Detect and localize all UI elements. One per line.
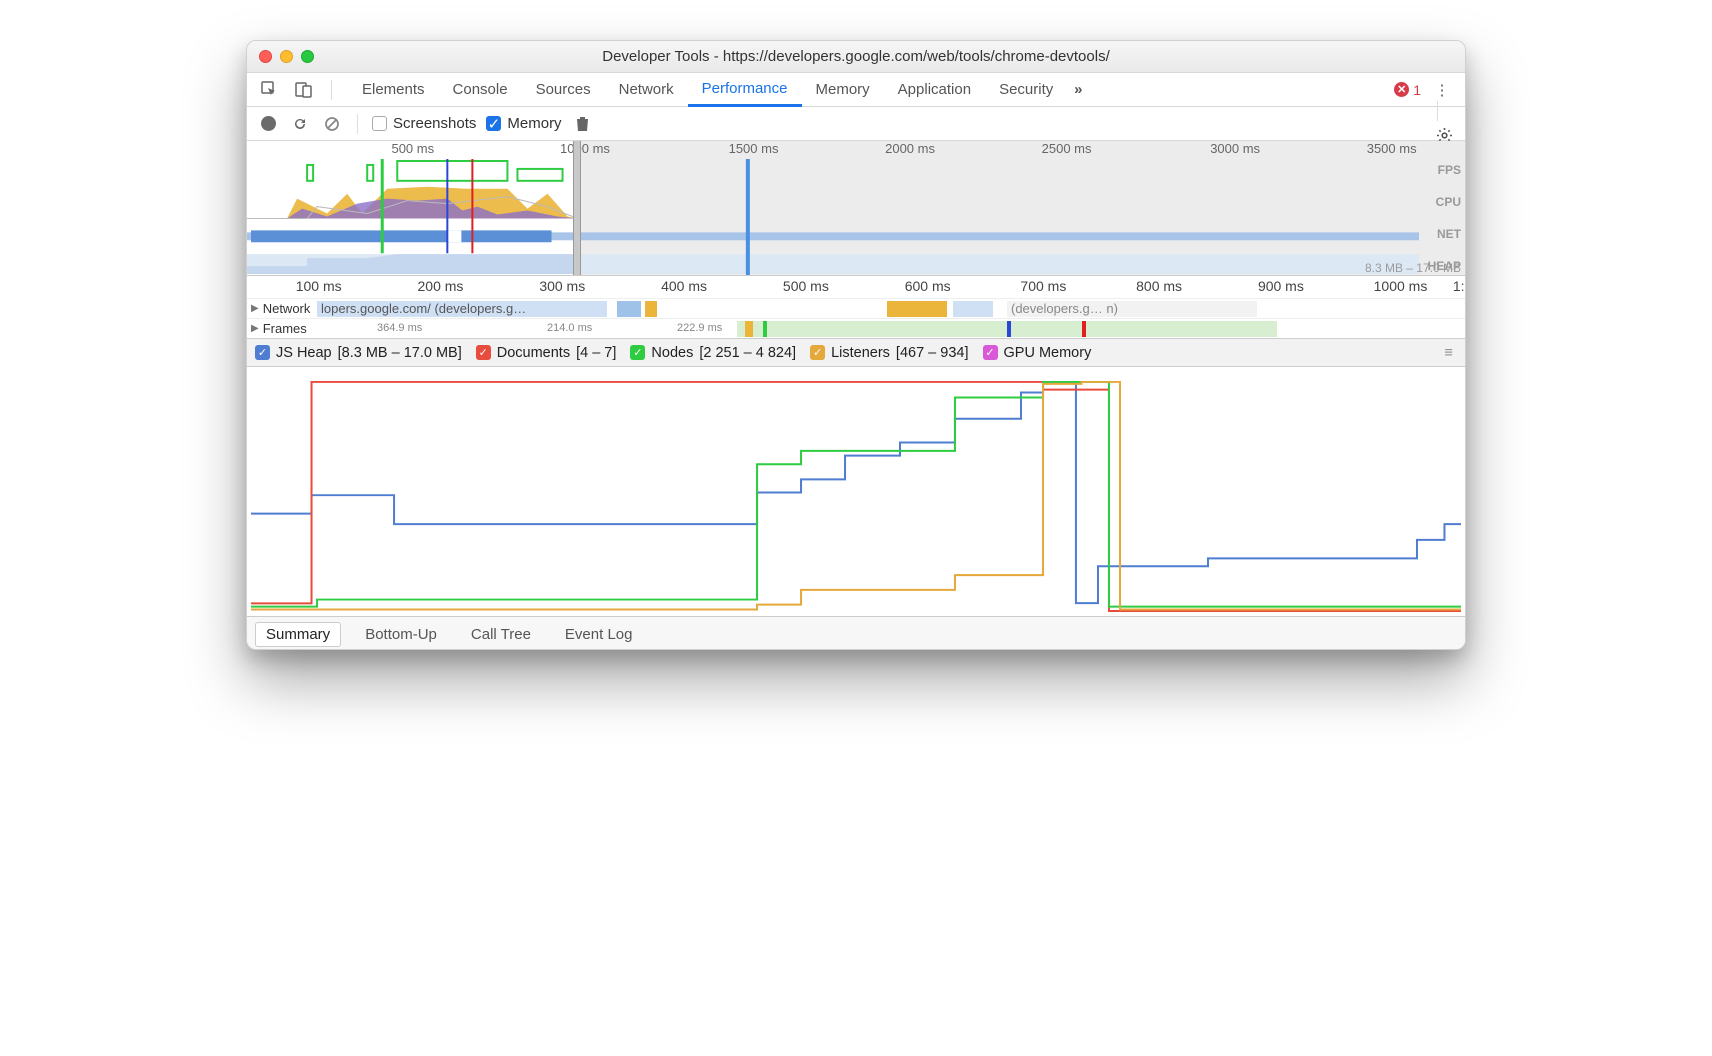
- separator: [331, 80, 332, 100]
- ruler-tick: 400 ms: [661, 278, 707, 294]
- legend-nodes[interactable]: ✓ Nodes [2 251 – 4 824]: [630, 345, 796, 361]
- legend-js-heap[interactable]: ✓ JS Heap [8.3 MB – 17.0 MB]: [255, 345, 462, 361]
- memory-checkbox[interactable]: ✓ Memory: [486, 115, 561, 132]
- more-tabs-icon[interactable]: »: [1067, 79, 1089, 101]
- checkbox-checked-icon: ✓: [630, 345, 645, 360]
- kebab-menu-icon[interactable]: ⋮: [1431, 79, 1453, 101]
- ruler-tick: 700 ms: [1020, 278, 1066, 294]
- window-title: Developer Tools - https://developers.goo…: [247, 48, 1465, 65]
- minimize-icon[interactable]: [280, 50, 293, 63]
- separator: [357, 114, 358, 134]
- legend-listeners[interactable]: ✓ Listeners [467 – 934]: [810, 345, 968, 361]
- tab-sources[interactable]: Sources: [522, 73, 605, 107]
- perf-toolbar: Screenshots ✓ Memory: [247, 107, 1465, 141]
- ruler-tick: 500 ms: [783, 278, 829, 294]
- legend-documents[interactable]: ✓ Documents [4 – 7]: [476, 345, 617, 361]
- memory-chart[interactable]: [247, 367, 1465, 617]
- titlebar: Developer Tools - https://developers.goo…: [247, 41, 1465, 73]
- frame-time: 214.0 ms: [547, 322, 592, 334]
- frame-marker: [1082, 321, 1086, 337]
- tab-bottom-up[interactable]: Bottom-Up: [355, 623, 447, 646]
- lane-cpu: CPU: [1419, 195, 1461, 209]
- ruler-tick: 2000 ms: [885, 141, 935, 156]
- ruler-tick: 1000 ms: [560, 141, 610, 156]
- tab-memory[interactable]: Memory: [802, 73, 884, 107]
- checkbox-checked-icon: ✓: [810, 345, 825, 360]
- bottom-tabs: Summary Bottom-Up Call Tree Event Log: [247, 617, 1465, 649]
- ruler-tick: 300 ms: [539, 278, 585, 294]
- close-icon[interactable]: [259, 50, 272, 63]
- ruler-tick: 3500 ms: [1367, 141, 1417, 156]
- ruler-tick: 2500 ms: [1042, 141, 1092, 156]
- network-row[interactable]: ▶Network lopers.google.com/ (developers.…: [247, 298, 1465, 318]
- checkbox-checked-icon: ✓: [476, 345, 491, 360]
- error-indicator[interactable]: ✕ 1: [1394, 82, 1421, 98]
- frame-time: 364.9 ms: [377, 322, 422, 334]
- tab-event-log[interactable]: Event Log: [555, 623, 643, 646]
- tab-console[interactable]: Console: [439, 73, 522, 107]
- checkbox-icon: [372, 116, 387, 131]
- ruler-tick: 800 ms: [1136, 278, 1182, 294]
- record-button[interactable]: [257, 113, 279, 135]
- reload-button[interactable]: [289, 113, 311, 135]
- separator: [1437, 101, 1438, 121]
- ruler-tick: 1000 ms: [1374, 278, 1428, 294]
- ruler-tick: 3000 ms: [1210, 141, 1260, 156]
- memory-legend: ✓ JS Heap [8.3 MB – 17.0 MB] ✓ Documents…: [247, 339, 1465, 367]
- tab-security[interactable]: Security: [985, 73, 1067, 107]
- frame-marker: [1007, 321, 1011, 337]
- checkbox-checked-icon: ✓: [255, 345, 270, 360]
- overview-panel[interactable]: 500 ms 1000 ms 1500 ms 2000 ms 2500 ms 3…: [247, 141, 1465, 276]
- network-bar: (developers.g… n): [1007, 301, 1257, 317]
- lane-fps: FPS: [1419, 163, 1461, 177]
- network-bar: [617, 301, 641, 317]
- ruler-tick: 600 ms: [905, 278, 951, 294]
- overview-graphs: [247, 159, 1419, 275]
- disclosure-icon: ▶: [251, 323, 259, 334]
- network-bar: [953, 301, 993, 317]
- traffic-lights: [247, 50, 314, 63]
- ruler-tick: 1500 ms: [729, 141, 779, 156]
- devtools-window: Developer Tools - https://developers.goo…: [246, 40, 1466, 650]
- overview-ruler: 500 ms 1000 ms 1500 ms 2000 ms 2500 ms 3…: [247, 141, 1451, 159]
- clear-button[interactable]: [321, 113, 343, 135]
- ruler-tick: 200 ms: [418, 278, 464, 294]
- ruler-tick: 1:: [1453, 278, 1465, 294]
- network-bar: [887, 301, 947, 317]
- main-tabs: Elements Console Sources Network Perform…: [247, 73, 1465, 107]
- detail-ruler: 100 ms 200 ms 300 ms 400 ms 500 ms 600 m…: [247, 276, 1465, 298]
- detail-panel[interactable]: 100 ms 200 ms 300 ms 400 ms 500 ms 600 m…: [247, 276, 1465, 339]
- tab-network[interactable]: Network: [605, 73, 688, 107]
- frame-marker: [763, 321, 767, 337]
- ruler-tick: 100 ms: [296, 278, 342, 294]
- tab-application[interactable]: Application: [884, 73, 985, 107]
- frame-time: 222.9 ms: [677, 322, 722, 334]
- legend-menu-icon[interactable]: ≡: [1445, 345, 1457, 361]
- device-toggle-icon[interactable]: [293, 79, 315, 101]
- legend-gpu-memory[interactable]: ✓ GPU Memory: [983, 345, 1092, 361]
- tab-summary[interactable]: Summary: [255, 622, 341, 647]
- error-count: 1: [1413, 82, 1421, 98]
- lane-net: NET: [1419, 227, 1461, 241]
- ruler-tick: 900 ms: [1258, 278, 1304, 294]
- overview-heap-range: 8.3 MB – 17.0 MB: [1365, 261, 1461, 275]
- zoom-icon[interactable]: [301, 50, 314, 63]
- tab-performance[interactable]: Performance: [688, 73, 802, 107]
- network-bar: [645, 301, 657, 317]
- checkbox-checked-icon: ✓: [983, 345, 998, 360]
- disclosure-icon: ▶: [251, 303, 259, 314]
- checkbox-checked-icon: ✓: [486, 116, 501, 131]
- frames-row[interactable]: ▶Frames 364.9 ms 214.0 ms 222.9 ms: [247, 318, 1465, 338]
- network-bar: lopers.google.com/ (developers.g…: [317, 301, 607, 317]
- trash-button[interactable]: [572, 113, 594, 135]
- inspect-icon[interactable]: [259, 79, 281, 101]
- frame-marker: [745, 321, 753, 337]
- tab-call-tree[interactable]: Call Tree: [461, 623, 541, 646]
- overview-handle[interactable]: [573, 141, 581, 275]
- error-icon: ✕: [1394, 82, 1409, 97]
- overview-lane-labels: FPS CPU NET HEAP: [1419, 159, 1465, 275]
- screenshots-checkbox[interactable]: Screenshots: [372, 115, 476, 132]
- tab-elements[interactable]: Elements: [348, 73, 439, 107]
- ruler-tick: 500 ms: [391, 141, 434, 156]
